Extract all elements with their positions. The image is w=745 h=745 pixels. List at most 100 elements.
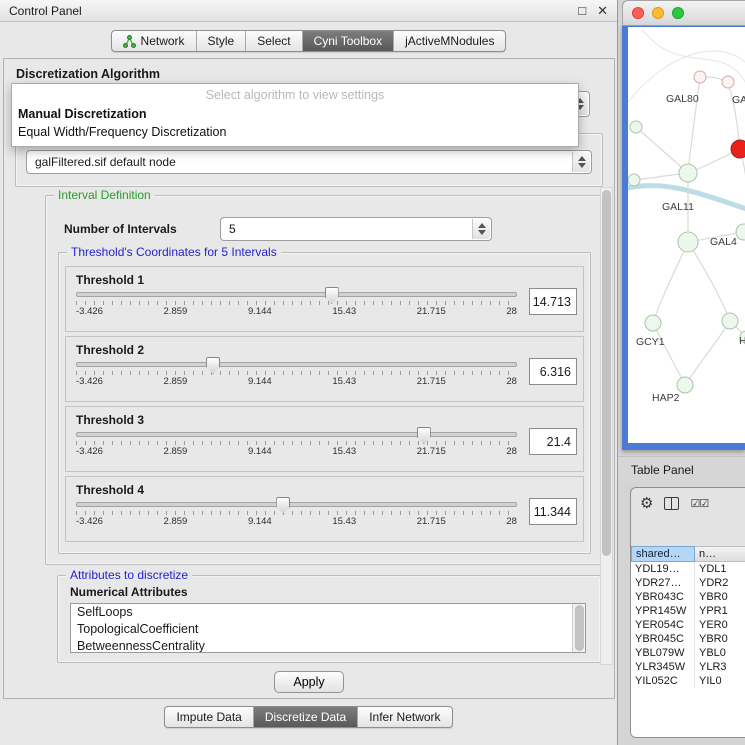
table-panel-header: Table Panel	[618, 456, 745, 482]
table-row[interactable]: YER054C YER0	[631, 618, 745, 632]
zoom-button[interactable]	[672, 7, 684, 19]
cell-name[interactable]: YDR2	[695, 576, 745, 590]
list-item[interactable]: TopologicalCoefficient	[71, 621, 585, 638]
table-row[interactable]: YBR043C YBR0	[631, 590, 745, 604]
cell-shared-name[interactable]: YBR045C	[631, 632, 695, 646]
network-node[interactable]	[736, 224, 745, 240]
cell-shared-name[interactable]: YIL052C	[631, 674, 695, 688]
table-row[interactable]: YIL052C YIL0	[631, 674, 745, 688]
numerical-attributes-list[interactable]: SelfLoops TopologicalCoefficient Between…	[70, 603, 586, 653]
network-node[interactable]	[722, 313, 738, 329]
combo-stepper-icon[interactable]	[572, 152, 590, 172]
network-node[interactable]	[694, 71, 706, 83]
table-row[interactable]: YBR045C YBR0	[631, 632, 745, 646]
cell-shared-name[interactable]: YLR345W	[631, 660, 695, 674]
cell-shared-name[interactable]: YPR145W	[631, 604, 695, 618]
tab-style-label: Style	[208, 34, 235, 48]
cell-shared-name[interactable]: YBR043C	[631, 590, 695, 604]
panel-scrollbar[interactable]	[600, 187, 613, 665]
network-node[interactable]	[628, 174, 640, 186]
tab-impute-data[interactable]: Impute Data	[165, 707, 252, 727]
cell-name[interactable]: YBL0	[695, 646, 745, 660]
minimize-button[interactable]	[652, 7, 664, 19]
table-row[interactable]: YPR145W YPR1	[631, 604, 745, 618]
table-data-combobox[interactable]: galFiltered.sif default node	[26, 150, 592, 174]
thresholds-group: Threshold's Coordinates for 5 Intervals …	[58, 252, 591, 554]
checkbox-icon: ☑	[699, 498, 708, 510]
panel-scrollbar-thumb[interactable]	[602, 190, 611, 556]
cell-shared-name[interactable]: YBL079W	[631, 646, 695, 660]
tab-style[interactable]: Style	[196, 31, 246, 51]
scale-label: 9.144	[248, 446, 272, 457]
tab-select[interactable]: Select	[245, 31, 301, 51]
threshold-4-panel: Threshold 4 -3.426 2.859 9.144 15.43	[65, 476, 584, 542]
num-intervals-combobox[interactable]: 5	[220, 217, 492, 241]
network-node[interactable]	[630, 121, 642, 133]
tab-network[interactable]: Network	[112, 31, 196, 51]
close-button[interactable]	[632, 7, 644, 19]
list-item[interactable]: SelfLoops	[71, 604, 585, 621]
combo-stepper-icon[interactable]	[472, 219, 490, 239]
network-node[interactable]	[678, 232, 698, 252]
cell-shared-name[interactable]: YDL19…	[631, 562, 695, 576]
network-node[interactable]	[645, 315, 661, 331]
node-label: GAL4	[710, 236, 737, 248]
float-window-icon[interactable]: □	[578, 4, 586, 17]
threshold-3-value-field[interactable]: 21.4	[529, 428, 577, 455]
columns-icon[interactable]	[664, 497, 679, 510]
threshold-4-value-field[interactable]: 11.344	[529, 498, 577, 525]
threshold-4-slider[interactable]: -3.426 2.859 9.144 15.43 21.715 28	[76, 502, 517, 527]
list-item[interactable]: BetweennessCentrality	[71, 638, 585, 653]
slider-track[interactable]	[76, 432, 517, 437]
threshold-3-slider[interactable]: -3.426 2.859 9.144 15.43 21.715 28	[76, 432, 517, 457]
cell-shared-name[interactable]: YDR27…	[631, 576, 695, 590]
network-node[interactable]	[722, 76, 734, 88]
table-row[interactable]: YDL19… YDL1	[631, 562, 745, 576]
control-panel-titlebar[interactable]: Control Panel □ ✕	[0, 0, 617, 22]
cell-name[interactable]: YDL1	[695, 562, 745, 576]
network-graph: GAL80 GA GAL11 GAL4 GCY1 HAP2 H	[628, 27, 745, 443]
threshold-2-value-field[interactable]: 6.316	[529, 358, 577, 385]
threshold-2-slider[interactable]: -3.426 2.859 9.144 15.43 21.715 28	[76, 362, 517, 387]
column-header-name[interactable]: n…	[695, 546, 745, 562]
scale-label: 21.715	[417, 306, 446, 317]
cell-name[interactable]: YBR0	[695, 632, 745, 646]
column-header-shared-name[interactable]: shared…	[631, 546, 695, 562]
slider-track[interactable]	[76, 502, 517, 507]
list-scrollbar[interactable]	[572, 604, 585, 652]
network-window-titlebar[interactable]	[622, 0, 745, 26]
cell-name[interactable]: YLR3	[695, 660, 745, 674]
slider-track[interactable]	[76, 292, 517, 297]
node-label: GA	[732, 94, 745, 106]
tab-infer-network[interactable]: Infer Network	[357, 707, 451, 727]
threshold-1-value-field[interactable]: 14.713	[529, 288, 577, 315]
algorithm-group-title: Discretization Algorithm	[16, 67, 160, 81]
table-row[interactable]: YBL079W YBL0	[631, 646, 745, 660]
network-node-selected[interactable]	[731, 140, 745, 158]
cell-name[interactable]: YPR1	[695, 604, 745, 618]
slider-track[interactable]	[76, 362, 517, 367]
network-node[interactable]	[679, 164, 697, 182]
cell-name[interactable]: YBR0	[695, 590, 745, 604]
gear-icon[interactable]: ⚙	[640, 496, 653, 511]
scale-label: 2.859	[164, 306, 188, 317]
tab-jactivemnodules[interactable]: jActiveMNodules	[393, 31, 505, 51]
tab-jactivemnodules-label: jActiveMNodules	[405, 34, 494, 48]
network-canvas[interactable]: GAL80 GA GAL11 GAL4 GCY1 HAP2 H	[628, 27, 745, 443]
dropdown-option-manual-discretization[interactable]: Manual Discretization	[12, 105, 578, 123]
list-scrollbar-thumb[interactable]	[575, 605, 584, 651]
tab-discretize-data[interactable]: Discretize Data	[253, 707, 357, 727]
cell-name[interactable]: YIL0	[695, 674, 745, 688]
cell-name[interactable]: YER0	[695, 618, 745, 632]
threshold-1-slider[interactable]: -3.426 2.859 9.144 15.43 21.715 28	[76, 292, 517, 317]
apply-button[interactable]: Apply	[274, 671, 344, 693]
close-icon[interactable]: ✕	[597, 4, 608, 17]
cell-shared-name[interactable]: YER054C	[631, 618, 695, 632]
network-node[interactable]	[677, 377, 693, 393]
table-row[interactable]: YDR27… YDR2	[631, 576, 745, 590]
tab-cyni-toolbox[interactable]: Cyni Toolbox	[302, 31, 393, 51]
select-columns-icon[interactable]: ☑☑	[690, 497, 708, 510]
dropdown-option-equal-width-frequency[interactable]: Equal Width/Frequency Discretization	[12, 123, 578, 141]
table-row[interactable]: YLR345W YLR3	[631, 660, 745, 674]
tab-discretize-data-label: Discretize Data	[265, 710, 346, 724]
